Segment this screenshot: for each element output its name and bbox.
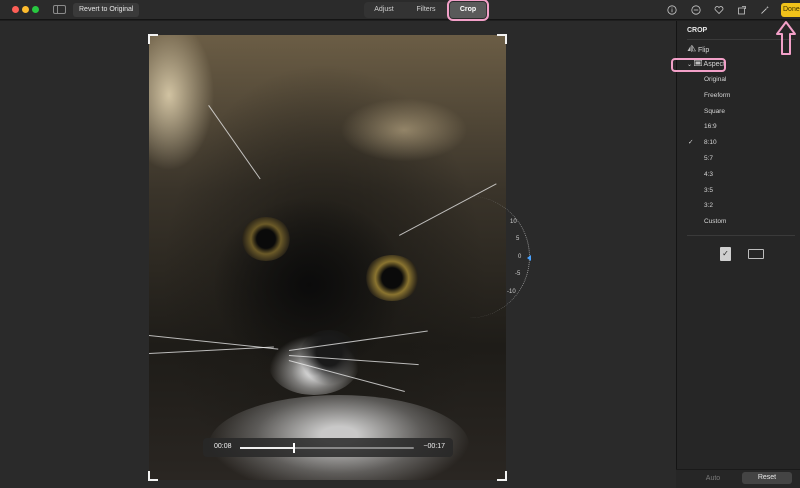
scrubber-progress — [240, 447, 294, 449]
aspect-option-freeform[interactable]: Freeform — [704, 91, 730, 100]
tab-adjust[interactable]: Adjust — [366, 2, 402, 18]
photo-detail-right-eye — [364, 255, 420, 301]
video-scrubber[interactable]: 00:08 −00:17 — [203, 438, 453, 457]
close-window-button[interactable] — [12, 6, 19, 13]
dial-tick-label: -5 — [515, 271, 521, 277]
landscape-orientation-button[interactable] — [748, 249, 764, 259]
heart-icon[interactable] — [714, 5, 724, 15]
divider — [687, 235, 795, 236]
maximize-window-button[interactable] — [32, 6, 39, 13]
sidebar-title: CROP — [687, 27, 708, 34]
dial-pointer-icon — [527, 255, 531, 261]
done-button[interactable]: Done — [781, 3, 800, 17]
checkmark-icon: ✓ — [688, 139, 694, 146]
aspect-option-4-3[interactable]: 4:3 — [704, 170, 713, 179]
flip-icon — [687, 44, 698, 54]
tab-crop[interactable]: Crop — [447, 0, 489, 21]
whisker — [149, 346, 274, 354]
magic-wand-icon[interactable] — [760, 5, 770, 15]
flip-button[interactable]: Flip — [687, 44, 710, 56]
crop-handle-top-left[interactable] — [148, 34, 158, 44]
aspect-option-custom[interactable]: Custom — [704, 217, 726, 226]
annotation-arrow-icon — [776, 21, 796, 55]
auto-button[interactable]: Auto — [698, 474, 728, 484]
dial-tick-label: -10 — [507, 289, 516, 295]
reset-button[interactable]: Reset — [742, 472, 792, 484]
revert-to-original-button[interactable]: Revert to Original — [73, 3, 140, 17]
crop-handle-top-right[interactable] — [497, 34, 507, 44]
current-time: 00:08 — [214, 443, 232, 450]
info-icon[interactable] — [667, 5, 677, 15]
photo-detail-left-eye — [241, 217, 291, 261]
whisker — [208, 105, 261, 180]
dial-tick-label: 0 — [518, 254, 522, 260]
minimize-window-button[interactable] — [22, 6, 29, 13]
crop-handle-bottom-left[interactable] — [148, 471, 158, 481]
aspect-option-original[interactable]: Original — [704, 75, 726, 84]
scrubber-handle[interactable] — [292, 443, 295, 453]
dial-tick-label: 5 — [516, 236, 520, 242]
portrait-orientation-button[interactable]: ✓ — [720, 247, 731, 261]
dial-tick-label: 10 — [510, 219, 517, 225]
crop-handle-bottom-right[interactable] — [497, 471, 507, 481]
aspect-option-3-5[interactable]: 3:5 — [704, 186, 713, 195]
sidebar-toggle-icon[interactable] — [53, 5, 66, 14]
remaining-time: −00:17 — [423, 443, 445, 450]
scrubber-track[interactable] — [240, 443, 414, 453]
checkmark-icon: ✓ — [722, 249, 729, 258]
rotate-icon[interactable] — [737, 5, 747, 15]
aspect-option-square[interactable]: Square — [704, 107, 725, 116]
aspect-option-5-7[interactable]: 5:7 — [704, 154, 713, 163]
aspect-option-3-2[interactable]: 3:2 — [704, 201, 713, 210]
crop-sidebar: CROP Flip ⌄ Aspect — [676, 21, 800, 488]
aspect-option-16-9[interactable]: 16:9 — [704, 122, 717, 131]
toolbar: Revert to Original Adjust Filters Crop D… — [0, 0, 800, 21]
aspect-option-8-10[interactable]: 8:10 — [704, 138, 717, 147]
flip-label: Flip — [697, 47, 710, 54]
tab-filters[interactable]: Filters — [408, 2, 444, 18]
aspect-highlight — [671, 58, 726, 72]
minus-circle-icon[interactable] — [691, 5, 701, 15]
